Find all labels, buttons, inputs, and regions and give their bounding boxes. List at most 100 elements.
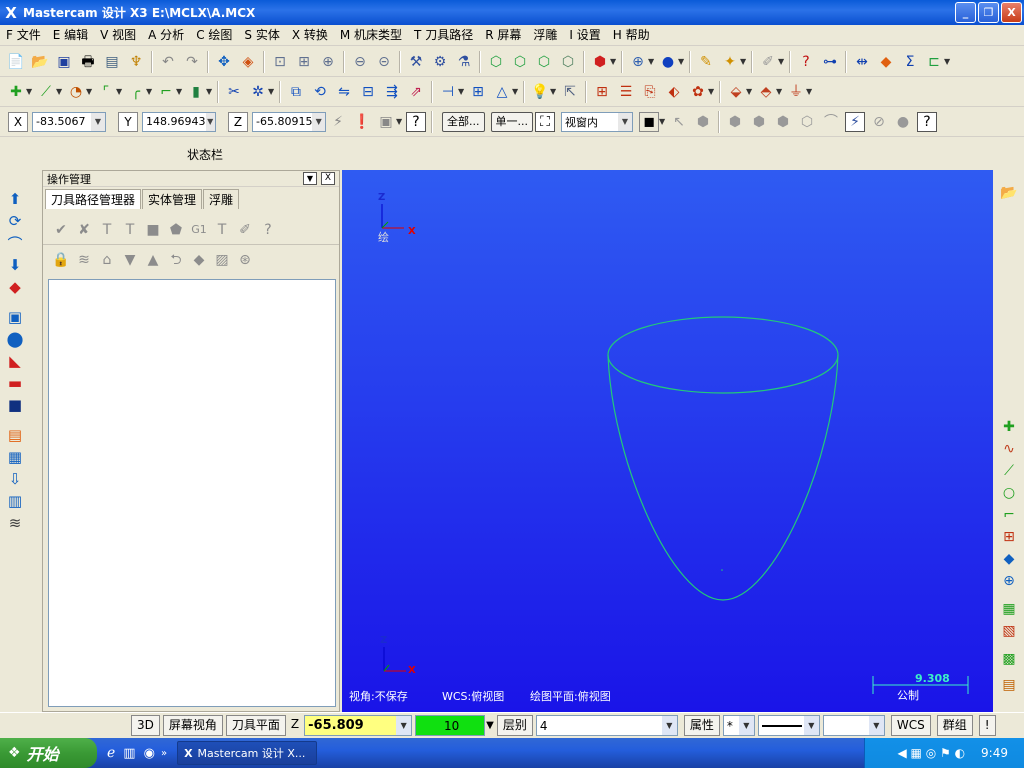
menu-view[interactable]: V 视图: [94, 25, 142, 45]
group-button[interactable]: 群组: [936, 715, 973, 736]
table-icon[interactable]: ⊞: [592, 82, 612, 102]
hint-icon[interactable]: ♆: [126, 52, 146, 72]
chevron-down-icon[interactable]: ▼: [205, 112, 215, 131]
fillet-icon[interactable]: ⌜: [96, 82, 116, 102]
chevron-down-icon[interactable]: ▼: [512, 87, 520, 96]
chevron-down-icon[interactable]: ▼: [944, 57, 952, 66]
print-icon[interactable]: 🖶: [78, 52, 98, 72]
help-ops-icon[interactable]: ?: [258, 220, 278, 240]
line-icon[interactable]: ⟋: [1000, 462, 1018, 480]
chevron-down-icon[interactable]: ▼: [806, 87, 814, 96]
sphere-icon[interactable]: ⊕: [1000, 572, 1018, 590]
view-select[interactable]: 视窗内 ▼: [561, 111, 633, 132]
document-icon[interactable]: ⎘: [640, 82, 660, 102]
verify-ops-icon[interactable]: ⬟: [166, 220, 186, 240]
regen-dirty-icon[interactable]: T: [120, 220, 140, 240]
end-select-icon[interactable]: ●: [893, 112, 913, 132]
chevron-down-icon[interactable]: ▼: [458, 87, 466, 96]
solids-icon[interactable]: ◆: [876, 52, 896, 72]
menu-xform[interactable]: X 转换: [286, 25, 334, 45]
bulb-icon[interactable]: 💡: [530, 82, 550, 102]
shaded-sphere-icon[interactable]: ●: [658, 52, 678, 72]
chevron-down-icon[interactable]: ▼: [116, 87, 124, 96]
chevron-down-icon[interactable]: ▼: [678, 57, 686, 66]
close-button[interactable]: X: [1001, 2, 1022, 23]
print-preview-icon[interactable]: ▤: [102, 52, 122, 72]
align-icon[interactable]: ⊣: [438, 82, 458, 102]
wand-icon[interactable]: ✐: [758, 52, 778, 72]
chevron-down-icon[interactable]: ▼: [738, 716, 754, 735]
highfeed-icon[interactable]: T: [212, 220, 232, 240]
create-point-icon[interactable]: ✚: [6, 82, 26, 102]
taskbar-mastercam-item[interactable]: X Mastercam 设计 X...: [177, 741, 318, 765]
operations-list[interactable]: [48, 279, 336, 707]
arc-path-icon[interactable]: ⌒: [6, 234, 24, 253]
curve-icon[interactable]: ∿: [1000, 440, 1018, 458]
toggle-display-icon[interactable]: ≋: [74, 250, 94, 270]
list-icon[interactable]: ☰: [616, 82, 636, 102]
panel-dropdown-icon[interactable]: ▼: [303, 172, 317, 185]
save-icon[interactable]: ▣: [54, 52, 74, 72]
ie-icon[interactable]: ℯ: [107, 745, 115, 761]
layer-icon[interactable]: ▦: [1000, 600, 1018, 618]
tool-plane-button[interactable]: 刀具平面: [225, 715, 286, 736]
zoom-window-icon[interactable]: ⊞: [294, 52, 314, 72]
fillet-icon[interactable]: ⌐: [1000, 506, 1018, 524]
export-icon[interactable]: ⇱: [560, 82, 580, 102]
create-line-icon[interactable]: ⟋: [36, 82, 56, 102]
backplot-icon[interactable]: ■: [143, 220, 163, 240]
open-folder-icon[interactable]: 📂: [1000, 184, 1018, 202]
chevron-down-icon[interactable]: ▼: [708, 87, 716, 96]
menu-settings[interactable]: I 设置: [563, 25, 606, 45]
toolpath-verify-icon[interactable]: ⚗: [454, 52, 474, 72]
color-wand-icon[interactable]: ✦: [720, 52, 740, 72]
tag-icon[interactable]: ⬖: [664, 82, 684, 102]
face-icon[interactable]: ⬤: [6, 330, 24, 348]
layer-button[interactable]: 层别: [496, 715, 533, 736]
solid-select-icon[interactable]: ⬢: [693, 112, 713, 132]
hatch-icon[interactable]: ▨: [212, 250, 232, 270]
regen-selected-icon[interactable]: T: [97, 220, 117, 240]
dimension-icon[interactable]: ⊶: [820, 52, 840, 72]
slot-icon[interactable]: ▬: [6, 374, 24, 392]
chevron-down-icon[interactable]: ▼: [396, 716, 412, 735]
circle-icon[interactable]: ○: [1000, 484, 1018, 502]
attributes-button[interactable]: 属性: [683, 715, 720, 736]
chevron-down-icon[interactable]: ▼: [312, 112, 325, 131]
chain-select-icon[interactable]: ⌒: [821, 112, 841, 132]
move-down-icon[interactable]: ▼: [120, 250, 140, 270]
unzoom-icon[interactable]: ⊖: [350, 52, 370, 72]
selection-mode-icon[interactable]: ⛶: [535, 111, 555, 132]
triangle-icon[interactable]: △: [492, 82, 512, 102]
exclaim-icon[interactable]: ❗: [352, 112, 372, 132]
chevron-down-icon[interactable]: ▼: [776, 87, 784, 96]
zoom-target-icon[interactable]: ⊕: [318, 52, 338, 72]
edge-select-icon[interactable]: ⬢: [749, 112, 769, 132]
tab-relief[interactable]: 浮雕: [203, 189, 240, 209]
menu-analyze[interactable]: A 分析: [142, 25, 190, 45]
chart-icon[interactable]: ▤: [1000, 676, 1018, 694]
help-cursor-icon[interactable]: ?: [796, 52, 816, 72]
chevron-down-icon[interactable]: ▼: [803, 716, 819, 735]
menu-screen[interactable]: R 屏幕: [479, 25, 527, 45]
tray-icons[interactable]: ◀ ▦ ◎ ⚑ ◐: [898, 746, 966, 760]
menu-help[interactable]: H 帮助: [607, 25, 656, 45]
chamfer-icon[interactable]: ╭: [126, 82, 146, 102]
offset-icon[interactable]: ⇶: [382, 82, 402, 102]
screen-view-button[interactable]: 屏幕视角: [162, 715, 223, 736]
pocket-icon[interactable]: ▣: [6, 308, 24, 326]
open-file-icon[interactable]: 📂: [30, 52, 50, 72]
menu-solids[interactable]: S 实体: [238, 25, 285, 45]
mill-icon[interactable]: ▦: [6, 448, 24, 466]
y-coord-field[interactable]: 148.96943 ▼: [142, 111, 216, 132]
select-all-button[interactable]: 全部...: [442, 111, 485, 132]
pencil-icon[interactable]: ✎: [696, 52, 716, 72]
surface-icon[interactable]: ⬙: [726, 82, 746, 102]
select-dirty-ops-icon[interactable]: ✘: [74, 220, 94, 240]
chevron-down-icon[interactable]: ▼: [86, 87, 94, 96]
menu-create[interactable]: C 绘图: [190, 25, 238, 45]
view-cube-icon[interactable]: ⬢: [590, 52, 610, 72]
cylinder-icon[interactable]: ▮: [186, 82, 206, 102]
line-style-field[interactable]: ▼: [757, 715, 820, 736]
repaint-icon[interactable]: ✥: [214, 52, 234, 72]
